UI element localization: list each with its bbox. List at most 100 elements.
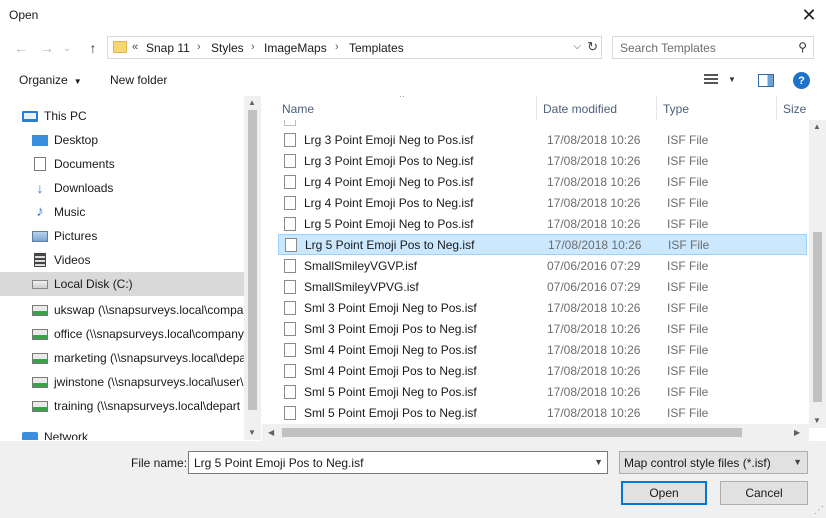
sidebar-item[interactable]: ukswap (\\snapsurveys.local\compa bbox=[0, 298, 244, 322]
breadcrumb-separator-icon[interactable]: › bbox=[251, 41, 255, 53]
file-date-modified: 07/06/2016 07:29 bbox=[547, 258, 641, 273]
file-row[interactable]: Sml 5 Point Emoji Pos to Neg.isf 17/08/20… bbox=[278, 402, 807, 423]
file-row[interactable]: Sml 4 Point Emoji Pos to Neg.isf 17/08/20… bbox=[278, 360, 807, 381]
file-row[interactable]: Sml 3 Point Emoji Neg to Pos.isf 17/08/20… bbox=[278, 297, 807, 318]
refresh-icon[interactable]: ↻ bbox=[587, 39, 598, 55]
cancel-button[interactable]: Cancel bbox=[720, 481, 808, 505]
breadcrumb-item[interactable]: Styles bbox=[211, 41, 244, 55]
forward-arrow-icon[interactable]: → bbox=[36, 38, 58, 58]
new-folder-button[interactable]: New folder bbox=[110, 73, 167, 87]
file-row[interactable]: Sml 3 Point Emoji Pos to Neg.isf 17/08/20… bbox=[278, 318, 807, 339]
sidebar-item[interactable]: ↓ Downloads bbox=[0, 176, 244, 200]
sidebar-item[interactable]: jwinstone (\\snapsurveys.local\user\ bbox=[0, 370, 244, 394]
preview-pane-icon[interactable] bbox=[758, 74, 774, 87]
file-list: Lrg 3 Point Emoji Neg to Pos.isf 17/08/20… bbox=[272, 120, 810, 424]
file-name: Sml 5 Point Emoji Pos to Neg.isf bbox=[304, 405, 477, 420]
title-bar: Open ✕ bbox=[0, 0, 826, 31]
column-header-date[interactable]: Date modified bbox=[543, 102, 617, 116]
view-details-icon[interactable] bbox=[704, 74, 718, 86]
search-box[interactable]: Search Templates ⚲ bbox=[612, 36, 814, 59]
network-icon bbox=[22, 432, 38, 440]
file-date-modified: 17/08/2018 10:26 bbox=[548, 237, 642, 252]
pane-splitter[interactable] bbox=[262, 96, 272, 440]
open-button[interactable]: Open bbox=[621, 481, 707, 505]
breadcrumb-separator-icon[interactable]: › bbox=[335, 41, 339, 53]
scrollbar-thumb[interactable] bbox=[282, 428, 742, 437]
file-name-value[interactable]: Lrg 5 Point Emoji Pos to Neg.isf bbox=[194, 456, 363, 470]
up-arrow-icon[interactable]: ↑ bbox=[82, 38, 104, 58]
navigation-bar: ← → ⌄ ↑ « Snap 11 › Styles › ImageMaps ›… bbox=[0, 31, 826, 64]
folder-icon bbox=[113, 41, 127, 53]
sidebar-item[interactable]: marketing (\\snapsurveys.local\depa bbox=[0, 346, 244, 370]
caret-down-icon: ▼ bbox=[73, 77, 82, 86]
file-row[interactable]: Lrg 3 Point Emoji Pos to Neg.isf 17/08/20… bbox=[278, 150, 807, 171]
sidebar-item-label: office (\\snapsurveys.local\company bbox=[54, 327, 244, 341]
file-row[interactable]: Lrg 5 Point Emoji Neg to Pos.isf 17/08/20… bbox=[278, 213, 807, 234]
scrollbar-thumb[interactable] bbox=[813, 232, 822, 402]
file-date-modified: 17/08/2018 10:26 bbox=[547, 132, 641, 147]
scroll-right-icon[interactable]: ▶ bbox=[794, 428, 800, 437]
close-icon[interactable]: ✕ bbox=[792, 0, 826, 31]
overflow-chevron-icon[interactable]: « bbox=[132, 41, 138, 53]
breadcrumb-item[interactable]: Templates bbox=[349, 41, 404, 55]
column-header-type[interactable]: Type bbox=[663, 102, 689, 116]
file-name-input[interactable]: Lrg 5 Point Emoji Pos to Neg.isf ▼ bbox=[188, 451, 608, 474]
view-options-caret-icon[interactable]: ▼ bbox=[728, 75, 736, 84]
breadcrumb-item[interactable]: Snap 11 bbox=[146, 41, 190, 55]
file-name: Sml 4 Point Emoji Pos to Neg.isf bbox=[304, 363, 477, 378]
sidebar-item[interactable]: Network bbox=[0, 425, 244, 440]
scroll-up-icon[interactable]: ▲ bbox=[813, 122, 821, 131]
scroll-up-icon[interactable]: ▲ bbox=[248, 98, 256, 107]
window-title: Open bbox=[9, 8, 39, 22]
file-type-filter-select[interactable]: Map control style files (*.isf) ▼ bbox=[619, 451, 808, 474]
column-header-size[interactable]: Size bbox=[783, 102, 806, 116]
file-name: Lrg 5 Point Emoji Pos to Neg.isf bbox=[305, 237, 475, 252]
sidebar-item[interactable]: Local Disk (C:) bbox=[0, 272, 244, 296]
sidebar-item[interactable]: This PC bbox=[0, 104, 244, 128]
breadcrumb-item[interactable]: ImageMaps bbox=[264, 41, 327, 55]
file-row[interactable]: Lrg 4 Point Emoji Pos to Neg.isf 17/08/20… bbox=[278, 192, 807, 213]
sidebar-item[interactable]: Pictures bbox=[0, 224, 244, 248]
address-bar[interactable]: « Snap 11 › Styles › ImageMaps › Templat… bbox=[107, 36, 602, 59]
scroll-down-icon[interactable]: ▼ bbox=[248, 428, 256, 437]
chevron-down-icon[interactable]: ▼ bbox=[594, 457, 603, 467]
file-list-horizontal-scrollbar[interactable]: ◀ ▶ bbox=[262, 424, 809, 441]
address-dropdown-icon[interactable]: ⌵ bbox=[573, 41, 581, 52]
sidebar-item[interactable]: Desktop bbox=[0, 128, 244, 152]
organize-button[interactable]: Organize ▼ bbox=[19, 73, 82, 87]
scroll-left-icon[interactable]: ◀ bbox=[268, 428, 274, 437]
help-icon[interactable]: ? bbox=[793, 72, 810, 89]
file-list-vertical-scrollbar[interactable]: ▲ ▼ bbox=[809, 120, 826, 428]
resize-grip-icon[interactable]: ⋰ bbox=[814, 505, 824, 516]
file-date-modified: 17/08/2018 10:26 bbox=[547, 195, 641, 210]
file-row[interactable]: Sml 4 Point Emoji Neg to Pos.isf 17/08/20… bbox=[278, 339, 807, 360]
file-row[interactable]: SmallSmileyVPVG.isf 07/06/2016 07:29 ISF F… bbox=[278, 276, 807, 297]
sidebar-item[interactable]: office (\\snapsurveys.local\company bbox=[0, 322, 244, 346]
file-row[interactable]: SmallSmileyVGVP.isf 07/06/2016 07:29 ISF F… bbox=[278, 255, 807, 276]
file-icon bbox=[284, 174, 296, 189]
file-row[interactable]: Sml 5 Point Emoji Neg to Pos.isf 17/08/20… bbox=[278, 381, 807, 402]
scrollbar-thumb[interactable] bbox=[248, 110, 257, 410]
list-item-partial[interactable] bbox=[278, 120, 807, 129]
breadcrumb-separator-icon[interactable]: › bbox=[197, 41, 201, 53]
scroll-down-icon[interactable]: ▼ bbox=[813, 416, 821, 425]
search-icon[interactable]: ⚲ bbox=[798, 40, 807, 54]
sidebar-item[interactable]: training (\\snapsurveys.local\depart bbox=[0, 394, 244, 418]
file-type: ISF File bbox=[667, 258, 709, 273]
sidebar-item[interactable]: Documents bbox=[0, 152, 244, 176]
sidebar-item[interactable]: ♪ Music bbox=[0, 200, 244, 224]
sidebar-item[interactable]: Videos bbox=[0, 248, 244, 272]
column-headers: ^ Name Date modified Type Size bbox=[272, 96, 826, 120]
back-arrow-icon[interactable]: ← bbox=[10, 38, 32, 58]
file-row[interactable]: Lrg 4 Point Emoji Neg to Pos.isf 17/08/20… bbox=[278, 171, 807, 192]
chevron-down-icon[interactable]: ▼ bbox=[793, 457, 802, 467]
sort-ascending-icon: ^ bbox=[400, 96, 405, 102]
file-row[interactable]: Lrg 3 Point Emoji Neg to Pos.isf 17/08/20… bbox=[278, 129, 807, 150]
recent-locations-chevron-icon[interactable]: ⌄ bbox=[60, 38, 74, 58]
navigation-pane-scrollbar[interactable]: ▲ ▼ bbox=[244, 96, 261, 440]
column-divider[interactable] bbox=[536, 96, 537, 120]
column-header-name[interactable]: Name bbox=[282, 102, 314, 116]
column-divider[interactable] bbox=[776, 96, 777, 120]
file-row[interactable]: Lrg 5 Point Emoji Pos to Neg.isf 17/08/20… bbox=[278, 234, 807, 255]
column-divider[interactable] bbox=[656, 96, 657, 120]
